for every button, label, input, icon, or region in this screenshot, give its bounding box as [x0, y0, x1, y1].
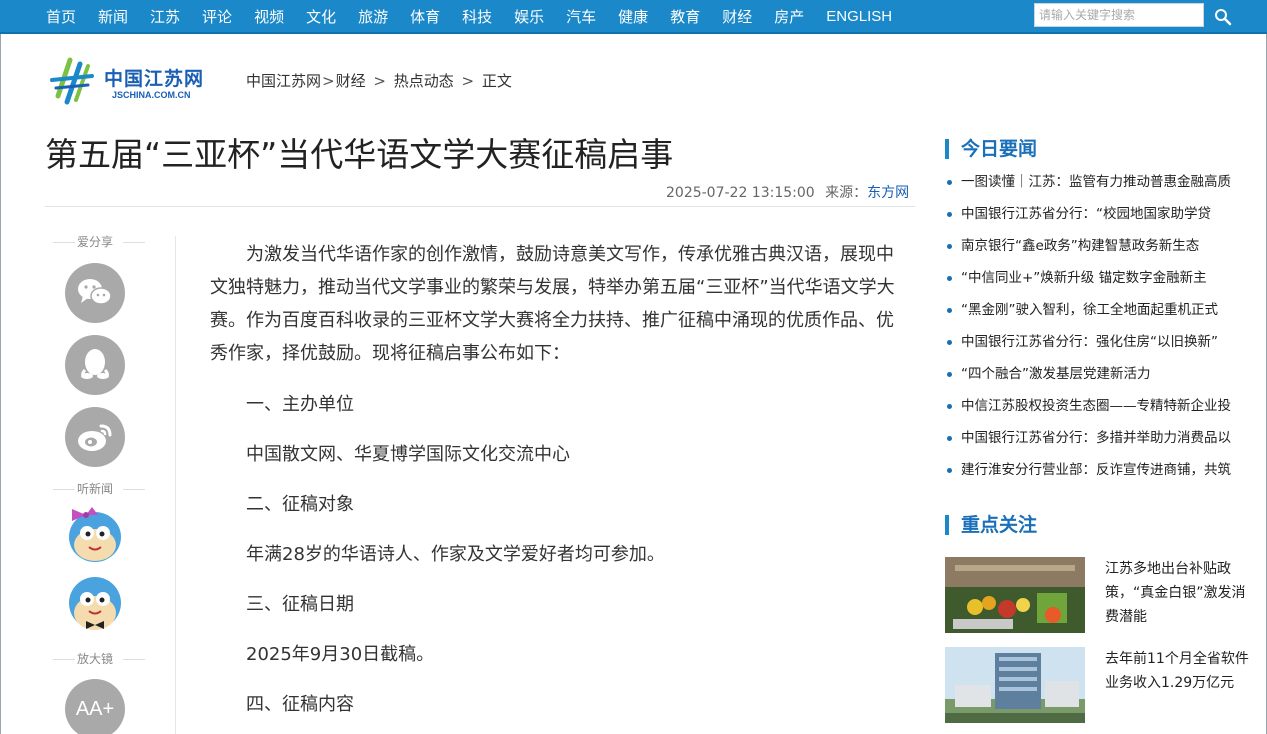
- focus-item-title: 江苏多地出台补贴政策，“真金白银”激发消费潜能: [1105, 561, 1246, 625]
- breadcrumb-separator: >: [461, 72, 475, 90]
- article-lead-paragraph: 为激发当代华语作家的创作激情，鼓励诗意美文写作，传承优雅古典汉语，展现中文独特魅…: [210, 244, 895, 364]
- nav-item-culture[interactable]: 文化: [306, 6, 336, 27]
- weibo-icon: [78, 424, 112, 451]
- nav-item-home[interactable]: 首页: [46, 6, 76, 27]
- logo-text-en: JSCHINA.COM.CN: [112, 90, 191, 100]
- office-building-image: [945, 647, 1085, 723]
- listen-section-label: 听新闻: [45, 479, 145, 499]
- focus-item-title: 去年前11个月全省软件业务收入1.29万亿元: [1105, 651, 1249, 691]
- weibo-share-button[interactable]: [65, 407, 125, 467]
- article-paragraph: 中国散文网、华夏博学国际文化交流中心: [246, 444, 570, 465]
- focus-thumbnail-building: [945, 647, 1085, 723]
- search-input[interactable]: [1034, 3, 1204, 27]
- article-paragraph: 三、征稿日期: [246, 594, 354, 615]
- zoom-text-icon: AA+: [75, 697, 115, 720]
- article-paragraph: 2025年9月30日截稿。: [246, 644, 435, 665]
- article-body: 为激发当代华语作家的创作激情，鼓励诗意美文写作，传承优雅古典汉语，展现中文独特魅…: [210, 238, 905, 734]
- listen-male-voice-button[interactable]: [64, 571, 126, 635]
- breadcrumb-separator: >: [373, 72, 386, 90]
- focus-item[interactable]: 江苏多地出台补贴政策，“真金白银”激发消费潜能: [945, 557, 1250, 635]
- search-button[interactable]: [1210, 4, 1236, 28]
- article-meta: 2025-07-22 13:15:00 来源：东方网: [666, 182, 909, 202]
- share-column-divider: [175, 236, 176, 734]
- share-column: 爱分享 听新闻 放大镜 AA+: [45, 232, 145, 734]
- news-list-item[interactable]: 中国银行江苏省分行：多措并举助力消费品以: [947, 428, 1247, 460]
- article-source-link[interactable]: 东方网: [867, 185, 909, 201]
- zoom-section-label: 放大镜: [45, 649, 145, 669]
- focus-thumbnail-supermarket: [945, 557, 1085, 633]
- breadcrumb-home[interactable]: 中国江苏网: [246, 72, 321, 90]
- nav-item-health[interactable]: 健康: [618, 6, 648, 27]
- article-paragraph: 二、征稿对象: [246, 494, 354, 515]
- article-paragraph: 四、征稿内容: [246, 694, 354, 715]
- news-list-item[interactable]: “中信同业+”焕新升级 锚定数字金融新主: [947, 268, 1247, 300]
- nav-item-travel[interactable]: 旅游: [358, 6, 388, 27]
- nav-item-realestate[interactable]: 房产: [774, 6, 804, 27]
- supermarket-produce-image: [945, 557, 1085, 633]
- nav-item-entertainment[interactable]: 娱乐: [514, 6, 544, 27]
- news-list-item[interactable]: 中国银行江苏省分行：“校园地国家助学贷: [947, 204, 1247, 236]
- focus-item[interactable]: 去年前11个月全省软件业务收入1.29万亿元: [945, 647, 1250, 725]
- today-news-heading: 今日要闻: [945, 139, 1037, 159]
- qq-share-button[interactable]: [65, 335, 125, 395]
- title-divider: [45, 206, 915, 207]
- breadcrumb-hot-news[interactable]: 热点动态: [394, 72, 454, 90]
- wechat-icon: [78, 279, 112, 305]
- qq-icon: [81, 349, 109, 379]
- article-datetime: 2025-07-22 13:15:00: [666, 185, 815, 201]
- article-paragraph: 年满28岁的华语诗人、作家及文学爱好者均可参加。: [246, 544, 665, 565]
- article-title: 第五届“三亚杯”当代华语文学大赛征稿启事: [45, 135, 674, 174]
- breadcrumb-finance[interactable]: 财经: [336, 72, 366, 90]
- breadcrumb-separator: >: [322, 72, 335, 90]
- nav-item-jiangsu[interactable]: 江苏: [150, 6, 180, 27]
- article-source-label: 来源：: [825, 185, 868, 201]
- site-logo[interactable]: 中国江苏网 JSCHINA.COM.CN: [48, 52, 218, 108]
- nav-item-video[interactable]: 视频: [254, 6, 284, 27]
- nav-item-finance[interactable]: 财经: [722, 6, 752, 27]
- nav-item-education[interactable]: 教育: [670, 6, 700, 27]
- nav-item-auto[interactable]: 汽车: [566, 6, 596, 27]
- logo-mark-icon: [50, 57, 94, 105]
- nav-item-news[interactable]: 新闻: [98, 6, 128, 27]
- search-icon: [1215, 9, 1232, 26]
- news-list-item[interactable]: 中信江苏股权投资生态圈——专精特新企业投: [947, 396, 1247, 428]
- news-list-item[interactable]: “四个融合”激发基层党建新活力: [947, 364, 1247, 396]
- nav-item-opinion[interactable]: 评论: [202, 6, 232, 27]
- cartoon-voice-boy-icon: [69, 577, 121, 630]
- wechat-share-button[interactable]: [65, 263, 125, 323]
- focus-heading: 重点关注: [945, 515, 1037, 535]
- nav-item-tech[interactable]: 科技: [462, 6, 492, 27]
- news-list-item[interactable]: 南京银行“鑫e政务”构建智慧政务新生态: [947, 236, 1247, 268]
- breadcrumb: 中国江苏网>财经 > 热点动态 > 正文: [246, 70, 512, 91]
- share-section-label: 爱分享: [45, 232, 145, 252]
- zoom-text-button[interactable]: AA+: [65, 679, 125, 734]
- nav-items: 首页 新闻 江苏 评论 视频 文化 旅游 体育 科技 娱乐 汽车 健康 教育 财…: [46, 0, 914, 32]
- today-news-list: 一图读懂｜江苏：监管有力推动普惠金融高质 中国银行江苏省分行：“校园地国家助学贷…: [947, 172, 1247, 492]
- top-nav-bar: 首页 新闻 江苏 评论 视频 文化 旅游 体育 科技 娱乐 汽车 健康 教育 财…: [0, 0, 1267, 34]
- page-frame-left: [0, 34, 1, 734]
- news-list-item[interactable]: 一图读懂｜江苏：监管有力推动普惠金融高质: [947, 172, 1247, 204]
- cartoon-voice-girl-icon: [69, 507, 121, 562]
- listen-female-voice-button[interactable]: [64, 501, 126, 565]
- news-list-item[interactable]: “黑金刚”驶入智利，徐工全地面起重机正式: [947, 300, 1247, 332]
- breadcrumb-current: 正文: [481, 72, 512, 90]
- nav-item-sports[interactable]: 体育: [410, 6, 440, 27]
- news-list-item[interactable]: 中国银行江苏省分行：强化住房“以旧换新”: [947, 332, 1247, 364]
- logo-text-cn: 中国江苏网: [104, 68, 205, 90]
- article-paragraph: 一、主办单位: [246, 394, 354, 415]
- nav-item-english[interactable]: ENGLISH: [826, 8, 892, 25]
- news-list-item[interactable]: 建行淮安分行营业部：反诈宣传进商铺，共筑: [947, 460, 1247, 492]
